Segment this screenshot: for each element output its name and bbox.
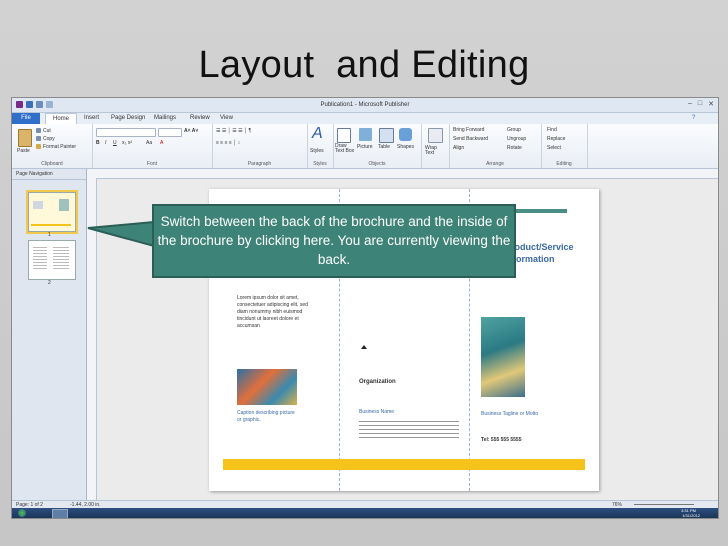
vertical-ruler[interactable] [87,178,97,500]
editing-group-label: Editing [556,161,572,167]
select-button[interactable]: Select [547,145,561,151]
bullets-icon[interactable]: ☰ ☰ │ ☰ ☰ │ ¶ [216,128,251,134]
start-button-icon[interactable] [18,509,26,517]
minimize-button[interactable]: – [688,100,692,108]
picture-icon[interactable] [359,128,372,141]
yellow-footer-bar [223,459,585,470]
table-icon[interactable] [379,128,394,143]
italic-icon[interactable]: I [105,140,106,146]
page-navigation-pane: Page Navigation 1 2 [12,169,87,500]
editing-group: Find Replace Select Editing [541,124,588,168]
telephone-text[interactable]: Tel: 555 555 5555 [481,437,522,444]
business-tagline[interactable]: Business Tagline or Motto [481,411,538,418]
clock-date[interactable]: 1/31/2012 [682,513,700,518]
arrange-group: Bring Forward Send Backward Align Group … [449,124,542,168]
maximize-button[interactable]: □ [698,100,702,108]
grow-font-icon[interactable]: A˄ A˅ [184,128,198,134]
styles-button-label[interactable]: Styles [310,148,324,154]
tab-insert[interactable]: Insert [84,115,99,121]
decorative-graphic-right[interactable] [481,317,525,397]
font-size-dropdown[interactable] [158,128,182,137]
publisher-window: Publication1 - Microsoft Publisher – □ ✕… [11,97,719,519]
close-button[interactable]: ✕ [708,100,714,108]
window-controls: – □ ✕ [688,100,714,108]
table-label[interactable]: Table [378,144,390,150]
bold-icon[interactable]: B [96,140,100,146]
paragraph-group: ☰ ☰ │ ☰ ☰ │ ¶ ≡ ≡ ≡ ≡ │ ↕ Paragraph [212,124,308,168]
tab-review[interactable]: Review [190,115,210,121]
decorative-graphic-left[interactable] [237,369,297,405]
ribbon: Paste Cut Copy Format Painter Clipboard … [12,124,718,169]
picture-label[interactable]: Picture [357,144,373,150]
rotate-button[interactable]: Rotate [507,145,522,151]
help-icon[interactable]: ? [692,115,695,121]
font-group-label: Font [146,161,157,167]
page-thumbnail-1[interactable] [26,190,78,234]
wrap-text-label[interactable]: Wrap Text [425,146,447,156]
ribbon-tabs: File Home Insert Page Design Mailings Re… [12,113,718,125]
paste-label[interactable]: Paste [17,148,30,154]
arrange-group-label: Arrange [486,161,504,167]
draw-text-box-label[interactable]: Draw Text Box [335,144,355,154]
shapes-icon[interactable] [399,128,412,141]
windows-taskbar: 3:31 PM 1/31/2012 [12,508,718,518]
page-number-2: 2 [48,280,51,286]
font-name-dropdown[interactable] [96,128,156,137]
organization-name[interactable]: Organization [359,379,396,386]
page-number-1: 1 [48,232,51,238]
page-navigation-header: Page Navigation [12,169,86,180]
font-group: A˄ A˅ B I U x₂ x² Aa A Font [92,124,213,168]
tab-view[interactable]: View [220,115,233,121]
underline-icon[interactable]: U [113,140,117,146]
tab-page-design[interactable]: Page Design [111,115,145,121]
wrap-text-group: Wrap Text [421,124,450,168]
tab-file[interactable]: File [12,113,40,124]
page-thumbnail-2[interactable] [28,240,76,280]
cut-label[interactable]: Cut [43,128,51,134]
slide-background: Layout and Editing Publication1 - Micros… [0,0,728,546]
business-name[interactable]: Business Name [359,409,394,416]
draw-text-box-icon[interactable] [337,128,351,143]
change-case-icon[interactable]: Aa [146,140,152,146]
instruction-callout: Switch between the back of the brochure … [152,204,516,278]
wrap-text-icon[interactable] [428,128,443,143]
bring-forward-button[interactable]: Bring Forward [453,127,484,133]
publisher-taskbar-icon[interactable] [52,509,68,518]
tab-mailings[interactable]: Mailings [154,115,176,121]
styles-icon[interactable]: A [312,125,323,143]
subscript-icon[interactable]: x₂ x² [122,140,132,146]
align-icons[interactable]: ≡ ≡ ≡ ≡ │ ↕ [216,140,240,146]
address-block[interactable] [359,421,459,441]
objects-group-label: Objects [368,161,386,167]
ungroup-button[interactable]: Ungroup [507,136,526,142]
paragraph-group-label: Paragraph [247,161,272,167]
product-heading[interactable]: Product/Service Information [505,241,585,265]
title-bar: Publication1 - Microsoft Publisher – □ ✕ [12,98,718,113]
send-backward-button[interactable]: Send Backward [453,136,488,142]
format-painter-icon[interactable] [36,144,41,149]
styles-group-label: Styles [313,161,327,167]
organization-logo-icon[interactable] [361,345,367,349]
window-title: Publication1 - Microsoft Publisher [320,102,410,108]
replace-button[interactable]: Replace [547,136,565,142]
cut-icon[interactable] [36,128,41,133]
paste-icon[interactable] [18,129,32,147]
font-color-icon[interactable]: A [160,140,163,146]
styles-group: A Styles Styles [307,124,334,168]
clipboard-group-label: Clipboard [41,161,63,167]
copy-icon[interactable] [36,136,41,141]
zoom-slider[interactable] [634,504,694,505]
horizontal-ruler[interactable] [87,169,718,179]
clipboard-group: Paste Cut Copy Format Painter Clipboard [12,124,93,168]
slide-title: Layout and Editing [198,44,530,86]
copy-label[interactable]: Copy [43,136,55,142]
objects-group: Draw Text Box Picture Table Shapes Objec… [333,124,422,168]
find-button[interactable]: Find [547,127,557,133]
shapes-label[interactable]: Shapes [397,144,414,150]
align-button[interactable]: Align [453,145,464,151]
caption-text[interactable]: Caption describing picture or graphic. [237,410,297,424]
format-painter-label[interactable]: Format Painter [43,144,76,150]
lorem-text[interactable]: Lorem ipsum dolor sit amet, consectetuer… [237,295,317,330]
group-button[interactable]: Group [507,127,521,133]
